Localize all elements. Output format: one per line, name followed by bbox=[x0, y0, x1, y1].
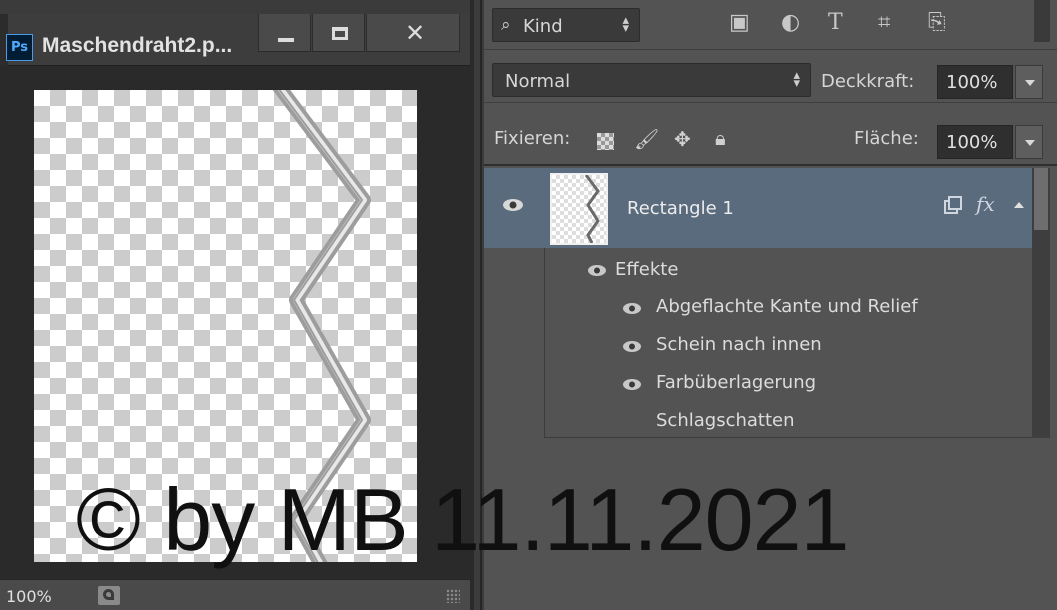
layer-filter-bar: ⌕ Kind ▴ ▾ ▣ ◐ T ⌗ ⎘ bbox=[484, 0, 1057, 50]
blend-row: Normal ▴ ▾ Deckkraft: 100% bbox=[484, 51, 1057, 103]
copyright-watermark: © by MB 11.11.2021 bbox=[76, 470, 849, 569]
filter-kind-label: Kind bbox=[523, 16, 563, 37]
maximize-icon bbox=[332, 27, 348, 40]
layer-thumbnail[interactable] bbox=[550, 173, 608, 245]
document-title: Maschendraht2.p... bbox=[42, 34, 233, 57]
resize-grip-icon[interactable] bbox=[446, 589, 460, 603]
filter-toggle[interactable] bbox=[1034, 0, 1050, 42]
zoom-level[interactable]: 100% bbox=[6, 587, 52, 606]
chevron-down-icon bbox=[1025, 80, 1035, 86]
adjustment-layer-filter-icon[interactable]: ◐ bbox=[781, 10, 800, 36]
layer-name[interactable]: Rectangle 1 bbox=[627, 198, 734, 219]
type-layer-filter-icon[interactable]: T bbox=[828, 10, 843, 36]
eye-icon[interactable] bbox=[622, 340, 642, 353]
effect-item-color-overlay[interactable]: Farbüberlagerung bbox=[656, 372, 816, 393]
layer-row-rectangle-1[interactable]: Rectangle 1 fx bbox=[484, 168, 1032, 248]
opacity-slider-button[interactable] bbox=[1015, 65, 1043, 99]
eye-icon[interactable] bbox=[622, 302, 642, 315]
close-icon: ✕ bbox=[405, 19, 426, 47]
scrollbar-thumb[interactable] bbox=[1034, 168, 1048, 230]
effect-item-bevel-emboss[interactable]: Abgeflachte Kante und Relief bbox=[656, 296, 918, 317]
smart-object-filter-icon[interactable]: ⎘ bbox=[928, 10, 946, 36]
minimize-button[interactable] bbox=[258, 14, 311, 52]
lock-row: Fixieren: 🖌︎ ✥ 🔒︎ Fläche: 100% bbox=[484, 104, 1057, 166]
blend-mode-value: Normal bbox=[505, 71, 571, 92]
fill-label: Fläche: bbox=[854, 128, 919, 149]
lock-position-icon[interactable]: ✥ bbox=[674, 128, 691, 150]
chevron-down-icon bbox=[1025, 140, 1035, 146]
effects-group-label[interactable]: Effekte bbox=[615, 259, 678, 280]
fx-icon[interactable]: fx bbox=[976, 192, 995, 216]
smart-object-link-icon bbox=[944, 196, 962, 214]
filter-kind-select[interactable]: ⌕ Kind ▴ ▾ bbox=[492, 8, 640, 42]
close-button[interactable]: ✕ bbox=[366, 14, 460, 52]
eye-icon[interactable] bbox=[587, 264, 607, 277]
lock-transparency-icon[interactable] bbox=[597, 133, 614, 150]
eye-icon[interactable] bbox=[502, 198, 524, 212]
photoshop-app-icon: Ps bbox=[6, 34, 33, 61]
fill-input[interactable]: 100% bbox=[937, 125, 1013, 159]
select-arrows-icon: ▴ ▾ bbox=[793, 68, 800, 91]
minimize-icon bbox=[278, 38, 294, 42]
search-icon: ⌕ bbox=[501, 15, 511, 35]
fill-slider-button[interactable] bbox=[1015, 125, 1043, 159]
opacity-label: Deckkraft: bbox=[821, 71, 915, 92]
document-titlebar[interactable]: Ps Maschendraht2.p... ✕ bbox=[0, 14, 470, 66]
status-info-icon[interactable] bbox=[98, 586, 120, 605]
layer-list-scrollbar[interactable] bbox=[1032, 168, 1050, 438]
opacity-input[interactable]: 100% bbox=[937, 65, 1013, 99]
document-status-bar: 100% bbox=[0, 579, 470, 610]
lock-all-icon[interactable]: 🔒︎ bbox=[715, 127, 726, 149]
lock-image-pixels-icon[interactable]: 🖌︎ bbox=[634, 128, 659, 150]
select-arrows-icon: ▴ ▾ bbox=[622, 13, 629, 36]
lock-label: Fixieren: bbox=[494, 128, 571, 149]
effect-item-drop-shadow[interactable]: Schlagschatten bbox=[656, 410, 795, 431]
pixel-layer-filter-icon[interactable]: ▣ bbox=[729, 10, 750, 36]
collapse-effects-icon[interactable] bbox=[1014, 202, 1024, 208]
eye-icon[interactable] bbox=[622, 378, 642, 391]
blend-mode-select[interactable]: Normal ▴ ▾ bbox=[492, 63, 811, 97]
maximize-button[interactable] bbox=[312, 14, 365, 52]
effect-item-inner-glow[interactable]: Schein nach innen bbox=[656, 334, 822, 355]
shape-layer-filter-icon[interactable]: ⌗ bbox=[878, 10, 890, 36]
